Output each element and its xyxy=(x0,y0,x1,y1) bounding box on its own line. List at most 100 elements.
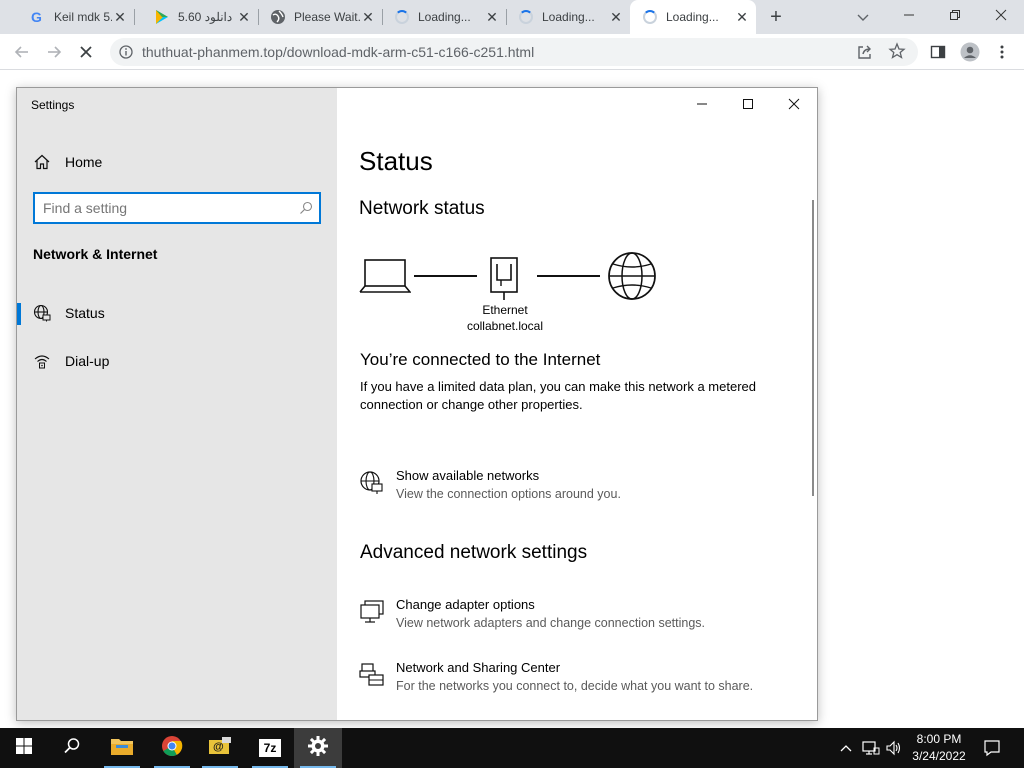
link-title: Network and Sharing Center xyxy=(396,660,561,675)
new-tab-button[interactable]: + xyxy=(766,7,786,27)
globe-icon xyxy=(270,9,286,25)
search-icon xyxy=(63,737,81,760)
content-scrollbar[interactable] xyxy=(812,200,814,496)
link-description: View network adapters and change connect… xyxy=(396,616,705,630)
tab-close-icon[interactable]: ✕ xyxy=(236,9,252,25)
window-title: Settings xyxy=(31,98,75,112)
tab-title: Loading... xyxy=(418,10,471,24)
clock-time: 8:00 PM xyxy=(916,732,962,746)
taskbar-file-explorer[interactable] xyxy=(98,728,146,768)
spinner-icon xyxy=(394,9,410,25)
sharing-center-icon xyxy=(359,662,385,688)
site-info-icon[interactable] xyxy=(119,45,133,59)
find-setting-search-box[interactable] xyxy=(33,192,321,224)
tab-title: Loading... xyxy=(542,10,595,24)
change-adapter-options-link[interactable]: Change adapter options View network adap… xyxy=(359,597,799,637)
show-hidden-icons-chevron-icon[interactable] xyxy=(836,738,856,758)
link-description: For the networks you connect to, decide … xyxy=(396,679,754,693)
sidebar-item-status[interactable]: Status xyxy=(17,295,337,331)
tab-title: Keil mdk 5... xyxy=(54,10,112,24)
mail-icon: @ xyxy=(208,736,232,761)
settings-gear-icon xyxy=(307,735,329,762)
start-button[interactable] xyxy=(0,728,48,768)
browser-tab-6-active[interactable]: Loading... ✕ xyxy=(630,0,756,34)
tab-close-icon[interactable]: ✕ xyxy=(608,9,624,25)
browser-tab-3[interactable]: Please Wait... ✕ xyxy=(258,0,382,34)
home-icon xyxy=(33,153,51,171)
adapter-icon xyxy=(359,599,385,625)
show-available-networks-link[interactable]: Show available networks View the connect… xyxy=(359,468,799,508)
bookmark-star-icon[interactable] xyxy=(888,42,906,60)
settings-maximize-button[interactable] xyxy=(725,88,771,120)
play-store-icon xyxy=(154,9,170,25)
tab-close-icon[interactable]: ✕ xyxy=(360,9,376,25)
browser-tab-5[interactable]: Loading... ✕ xyxy=(506,0,630,34)
google-icon: G xyxy=(30,9,46,25)
taskbar-chrome[interactable] xyxy=(148,728,196,768)
tab-search-chevron-icon[interactable] xyxy=(854,8,872,26)
clock-date: 3/24/2022 xyxy=(912,749,966,763)
wifi-globe-icon xyxy=(359,470,385,496)
connection-status-description: If you have a limited data plan, you can… xyxy=(360,379,756,412)
browser-toolbar: thuthuat-phanmem.top/download-mdk-arm-c5… xyxy=(0,34,1024,70)
settings-sidebar: Settings Home Network & Internet Status xyxy=(17,88,337,720)
settings-minimize-button[interactable] xyxy=(679,88,725,120)
clock[interactable]: 8:00 PM 3/24/2022 xyxy=(908,731,970,765)
taskbar-mail-app[interactable]: @ xyxy=(196,728,244,768)
browser-tab-1[interactable]: G Keil mdk 5... ✕ xyxy=(10,0,134,34)
sidebar-item-label: Status xyxy=(65,305,105,321)
url-text[interactable]: thuthuat-phanmem.top/download-mdk-arm-c5… xyxy=(142,44,534,60)
settings-close-button[interactable] xyxy=(771,88,817,120)
start-icon xyxy=(15,737,33,760)
settings-content: Status Network status Ethernet collabnet… xyxy=(337,88,817,720)
svg-text:G: G xyxy=(31,9,42,25)
back-button[interactable] xyxy=(10,40,34,64)
side-panel-icon[interactable] xyxy=(926,40,950,64)
connection-status-title: You’re connected to the Internet xyxy=(360,350,601,369)
page-title: Status xyxy=(359,146,433,176)
tab-title: دانلود 5.60 xyxy=(178,10,233,24)
sidebar-item-label: Dial-up xyxy=(65,353,110,369)
laptop-icon xyxy=(359,258,412,299)
address-bar[interactable]: thuthuat-phanmem.top/download-mdk-arm-c5… xyxy=(110,38,918,66)
search-input[interactable] xyxy=(43,199,283,217)
settings-window: Settings Home Network & Internet Status xyxy=(16,87,818,721)
sidebar-item-home[interactable]: Home xyxy=(17,148,337,176)
forward-button[interactable] xyxy=(42,40,66,64)
home-label: Home xyxy=(65,154,103,170)
profile-avatar-icon[interactable] xyxy=(958,40,982,64)
tab-title: Please Wait... xyxy=(294,10,360,24)
spinner-icon xyxy=(518,9,534,25)
dialup-icon xyxy=(33,352,51,370)
advanced-network-settings-heading: Advanced network settings xyxy=(360,542,588,563)
spinner-icon xyxy=(642,9,658,25)
stop-loading-button[interactable] xyxy=(74,40,98,64)
link-title: Show available networks xyxy=(396,468,540,483)
browser-tab-2[interactable]: دانلود 5.60 ✕ xyxy=(134,0,258,34)
taskbar-7zip[interactable]: 7z xyxy=(246,728,294,768)
close-button[interactable] xyxy=(978,0,1024,30)
minimize-button[interactable] xyxy=(886,0,932,30)
menu-kebab-icon[interactable] xyxy=(990,40,1014,64)
ethernet-adapter-icon xyxy=(489,256,521,307)
search-icon[interactable] xyxy=(299,201,313,215)
tab-close-icon[interactable]: ✕ xyxy=(484,9,500,25)
sidebar-item-dial-up[interactable]: Dial-up xyxy=(17,343,337,379)
globe-icon xyxy=(33,304,51,322)
taskbar-settings[interactable] xyxy=(294,728,342,768)
tab-close-icon[interactable]: ✕ xyxy=(112,9,128,25)
share-icon[interactable] xyxy=(856,43,874,61)
action-center-icon[interactable] xyxy=(982,738,1002,758)
tab-close-icon[interactable]: ✕ xyxy=(734,9,750,25)
chrome-icon xyxy=(161,735,183,762)
volume-icon[interactable] xyxy=(884,738,904,758)
network-tray-icon[interactable] xyxy=(861,738,881,758)
file-explorer-icon xyxy=(110,736,134,761)
link-title: Change adapter options xyxy=(396,597,535,612)
connection-line xyxy=(537,275,600,277)
taskbar-search-button[interactable] xyxy=(48,728,96,768)
restore-button[interactable] xyxy=(932,0,978,30)
network-status-heading: Network status xyxy=(359,198,485,219)
network-sharing-center-link[interactable]: Network and Sharing Center For the netwo… xyxy=(359,660,799,700)
browser-tab-4[interactable]: Loading... ✕ xyxy=(382,0,506,34)
